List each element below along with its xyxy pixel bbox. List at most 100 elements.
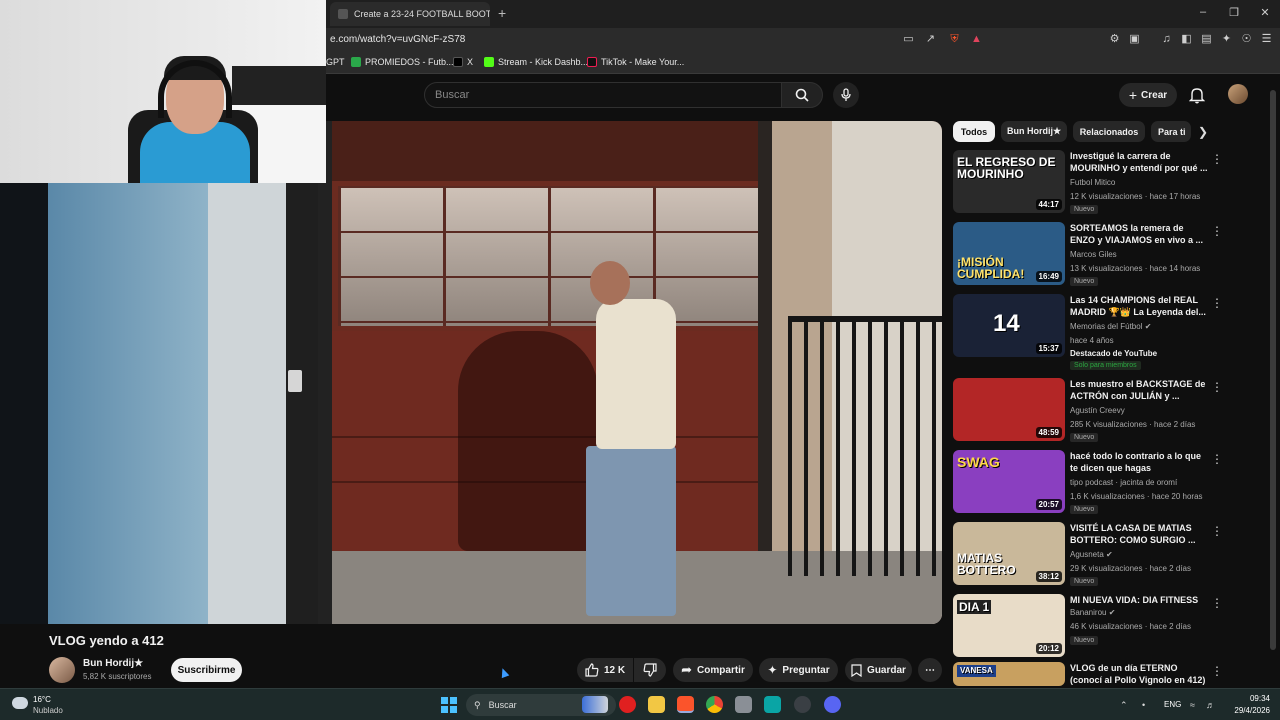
recommendation-item[interactable]: MATIAS BOTTERO 38:12 VISITÉ LA CASA DE M… — [953, 522, 1228, 590]
vpn-icon[interactable]: ☉ — [1240, 33, 1253, 46]
save-button[interactable]: Guardar — [845, 658, 912, 682]
more-vertical-icon[interactable]: ⋮ — [1211, 596, 1223, 610]
widget-app-icon[interactable] — [582, 696, 608, 713]
recommendation-channel[interactable]: Bananirou ✔ — [1070, 608, 1115, 617]
scrollbar[interactable] — [1270, 90, 1276, 650]
chrome-icon[interactable] — [706, 696, 723, 713]
recommendation-item[interactable]: VANESA VLOG de un día ETERNO (conocí al … — [953, 662, 1228, 686]
bookmark-gpt[interactable]: GPT — [326, 57, 345, 67]
notifications-button[interactable] — [1188, 86, 1206, 109]
close-icon[interactable]: ✕ — [1257, 6, 1273, 19]
restore-icon[interactable]: ❐ — [1226, 6, 1242, 19]
minimize-icon[interactable]: – — [1195, 6, 1211, 18]
search-input[interactable]: Buscar — [424, 82, 782, 108]
video-thumbnail[interactable]: EL REGRESO DE MOURINHO 44:17 — [953, 150, 1065, 213]
recommendation-title[interactable]: MI NUEVA VIDA: DIA FITNESS — [1070, 594, 1210, 606]
video-thumbnail[interactable]: 48:59 — [953, 378, 1065, 441]
clock-date[interactable]: 29/4/2026 — [1220, 706, 1270, 715]
more-vertical-icon[interactable]: ⋮ — [1211, 224, 1223, 238]
recommendation-title[interactable]: SORTEAMOS la remera de ENZO y VIAJAMOS e… — [1070, 222, 1210, 246]
discord-icon[interactable] — [824, 696, 841, 713]
leo-ai-icon[interactable]: ✦ — [1220, 33, 1233, 46]
new-tab-icon[interactable]: + — [498, 5, 506, 21]
brave-browser-icon[interactable] — [677, 696, 694, 713]
bookmark-tiktok[interactable]: TikTok - Make Your... — [587, 57, 684, 67]
media-player-icon[interactable] — [619, 696, 636, 713]
recommendation-channel[interactable]: tipo podcast · jacinta de oromí — [1070, 478, 1177, 487]
volume-icon[interactable]: ♬ — [1206, 700, 1215, 710]
file-explorer-icon[interactable] — [648, 696, 665, 713]
more-vertical-icon[interactable]: ⋮ — [1211, 452, 1223, 466]
recommendation-channel[interactable]: Memorias del Fútbol ✔ — [1070, 322, 1151, 331]
more-vertical-icon[interactable]: ⋮ — [1211, 380, 1223, 394]
recommendation-channel[interactable]: Futbol Mitico — [1070, 178, 1115, 187]
bookmark-promiedos[interactable]: PROMIEDOS - Futb... — [351, 57, 454, 67]
more-vertical-icon[interactable]: ⋮ — [1211, 524, 1223, 538]
recommendation-title[interactable]: Investigué la carrera de MOURINHO y ente… — [1070, 150, 1210, 174]
recommendation-title[interactable]: hacé todo lo contrario a lo que te dicen… — [1070, 450, 1210, 474]
wallet-icon[interactable]: ▤ — [1200, 33, 1213, 46]
more-vertical-icon[interactable]: ⋮ — [1211, 152, 1223, 166]
weather-description[interactable]: Nublado — [33, 706, 63, 715]
mail-icon[interactable] — [735, 696, 752, 713]
cloud-icon[interactable] — [12, 697, 28, 709]
chip-for-you[interactable]: Para ti — [1151, 121, 1191, 142]
bookmark-kick[interactable]: Stream - Kick Dashb... — [484, 57, 588, 67]
voice-search-button[interactable] — [833, 82, 859, 108]
clock-time[interactable]: 09:34 — [1220, 694, 1270, 703]
recommendation-title[interactable]: Les muestro el BACKSTAGE de ACTRÓN con J… — [1070, 378, 1210, 402]
language-indicator[interactable]: ENG — [1164, 700, 1181, 709]
weather-temperature[interactable]: 16°C — [33, 695, 51, 704]
recommendation-item[interactable]: DIA 1 20:12 MI NUEVA VIDA: DIA FITNESS B… — [953, 594, 1228, 662]
more-vertical-icon[interactable]: ⋮ — [1211, 664, 1223, 678]
media-icon[interactable]: ♫ — [1160, 33, 1173, 46]
create-button[interactable]: + Crear — [1119, 83, 1177, 107]
subscribe-button[interactable]: Suscribirme — [171, 658, 242, 682]
wifi-icon[interactable]: ≈ — [1190, 700, 1195, 710]
channel-avatar[interactable] — [49, 657, 75, 683]
account-avatar[interactable] — [1228, 84, 1248, 104]
screenshot-icon[interactable]: ▣ — [1128, 33, 1141, 46]
recommendation-title[interactable]: VLOG de un día ETERNO (conocí al Pollo V… — [1070, 662, 1210, 686]
recommendation-title[interactable]: Las 14 CHAMPIONS del REAL MADRID 🏆👑 La L… — [1070, 294, 1210, 318]
chevron-right-icon[interactable]: ❯ — [1198, 125, 1208, 139]
recommendation-channel[interactable]: Agusneta ✔ — [1070, 550, 1113, 559]
rewards-icon[interactable]: ▲ — [970, 33, 983, 46]
recommendation-item[interactable]: EL REGRESO DE MOURINHO 44:17 Investigué … — [953, 150, 1228, 218]
video-thumbnail[interactable]: 14 15:37 — [953, 294, 1065, 357]
url-field[interactable]: e.com/watch?v=uvGNcF-zS78 — [330, 34, 465, 45]
video-thumbnail[interactable]: ¡MISIÓN CUMPLIDA! 16:49 — [953, 222, 1065, 285]
browser-tab[interactable]: Create a 23-24 FOOTBALL BOOTS Ti... — [330, 2, 490, 26]
bookmark-x[interactable]: X — [453, 57, 473, 67]
menu-icon[interactable]: ☰ — [1260, 33, 1273, 46]
recommendation-item[interactable]: 48:59 Les muestro el BACKSTAGE de ACTRÓN… — [953, 378, 1228, 446]
steam-icon[interactable] — [794, 696, 811, 713]
chevron-up-icon[interactable]: ⌃ — [1120, 700, 1128, 711]
recommendation-channel[interactable]: Marcos Giles — [1070, 250, 1117, 259]
cast-icon[interactable]: ▭ — [902, 33, 915, 46]
more-vertical-icon[interactable]: ⋮ — [1211, 296, 1223, 310]
share-icon[interactable]: ↗ — [924, 33, 937, 46]
recommendation-item[interactable]: ¡MISIÓN CUMPLIDA! 16:49 SORTEAMOS la rem… — [953, 222, 1228, 290]
video-thumbnail[interactable]: VANESA — [953, 662, 1065, 686]
channel-name[interactable]: Bun Hordij★ — [83, 658, 143, 669]
video-player[interactable] — [318, 121, 942, 624]
chip-todos[interactable]: Todos — [953, 121, 995, 142]
dislike-button[interactable] — [634, 658, 666, 682]
video-thumbnail[interactable]: DIA 1 20:12 — [953, 594, 1065, 657]
ask-button[interactable]: ✦ Preguntar — [759, 658, 838, 682]
recommendation-item[interactable]: SWAG 20:57 hacé todo lo contrario a lo q… — [953, 450, 1228, 518]
recommendation-item[interactable]: 14 15:37 Las 14 CHAMPIONS del REAL MADRI… — [953, 294, 1228, 374]
chip-channel[interactable]: Bun Hordij★ — [1001, 121, 1067, 142]
windows-start-icon[interactable] — [441, 697, 457, 713]
chip-related[interactable]: Relacionados — [1073, 121, 1145, 142]
search-button[interactable] — [781, 82, 823, 108]
sidebar-icon[interactable]: ◧ — [1180, 33, 1193, 46]
recommendation-title[interactable]: VISITÉ LA CASA DE MATIAS BOTTERO: COMO S… — [1070, 522, 1210, 546]
bluetooth-icon[interactable]: • — [1142, 700, 1145, 710]
extensions-icon[interactable]: ⚙ — [1108, 33, 1121, 46]
more-actions-button[interactable]: ⋯ — [918, 658, 942, 682]
share-button[interactable]: ➦ Compartir — [673, 658, 753, 682]
like-button[interactable]: 12 K — [577, 658, 633, 682]
terminal-icon[interactable] — [764, 696, 781, 713]
